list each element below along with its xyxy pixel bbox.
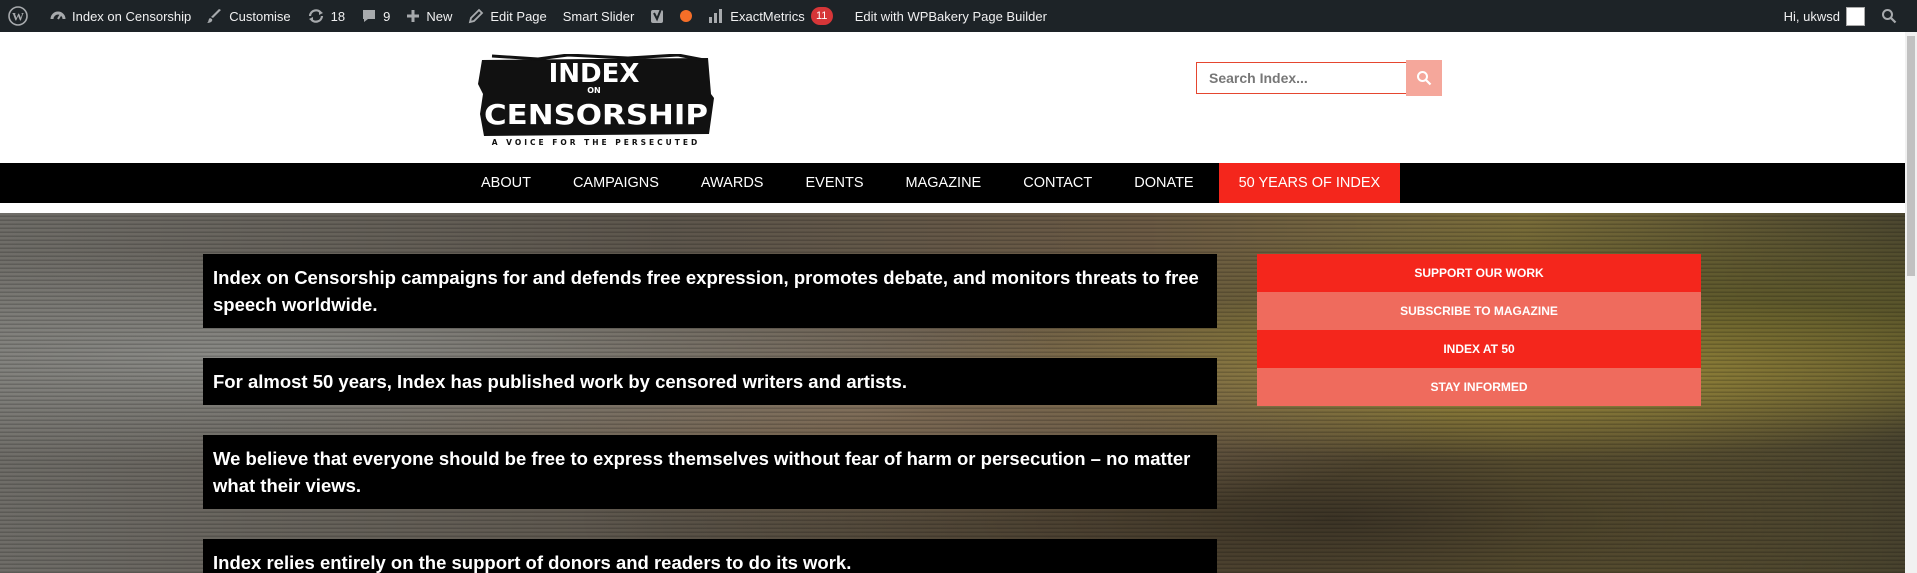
logo-line1: INDEX <box>549 59 640 89</box>
customise-label: Customise <box>229 8 291 24</box>
comment-icon <box>363 10 376 22</box>
site-header: INDEX ON CENSORSHIP A VOICE FOR THE PERS… <box>0 32 1905 163</box>
exactmetrics-menu[interactable]: ExactMetrics 11 <box>700 0 840 32</box>
site-name-label: Index on Censorship <box>72 8 192 24</box>
admin-bar: W Index on Censorship Customise 18 9 New… <box>0 0 1917 32</box>
subscribe-magazine-button[interactable]: SUBSCRIBE TO MAGAZINE <box>1257 292 1701 330</box>
search-button[interactable] <box>1406 60 1442 96</box>
stay-informed-button[interactable]: STAY INFORMED <box>1257 368 1701 406</box>
avatar <box>1846 6 1865 26</box>
nav-item-magazine[interactable]: MAGAZINE <box>885 163 1003 203</box>
bar-chart-icon <box>709 9 723 23</box>
cta-panel: SUPPORT OUR WORK SUBSCRIBE TO MAGAZINE I… <box>1257 254 1701 406</box>
hero-section: Index on Censorship campaigns for and de… <box>0 213 1905 573</box>
wordpress-logo-icon[interactable]: W <box>0 0 42 32</box>
main-navigation: ABOUT CAMPAIGNS AWARDS EVENTS MAGAZINE C… <box>0 163 1905 203</box>
logo-line3: CENSORSHIP <box>484 98 708 131</box>
site-name-menu[interactable]: Index on Censorship <box>42 0 199 32</box>
plus-icon <box>407 10 420 22</box>
logo-line2: ON <box>587 86 601 95</box>
svg-text:W: W <box>12 10 24 24</box>
hero-message: We believe that everyone should be free … <box>203 435 1217 509</box>
smart-slider-label: Smart Slider <box>562 8 635 24</box>
nav-item-contact[interactable]: CONTACT <box>1002 163 1113 203</box>
site-search <box>1196 60 1442 96</box>
hero-message: Index on Censorship campaigns for and de… <box>203 254 1217 328</box>
nav-item-about[interactable]: ABOUT <box>460 163 552 203</box>
edit-page-label: Edit Page <box>490 8 547 24</box>
nav-item-campaigns[interactable]: CAMPAIGNS <box>552 163 680 203</box>
search-icon <box>1882 9 1897 24</box>
nav-item-donate[interactable]: DONATE <box>1113 163 1214 203</box>
wpbakery-label: Edit with WPBakery Page Builder <box>854 8 1047 24</box>
updates-count: 18 <box>330 8 346 24</box>
yoast-icon <box>651 8 664 23</box>
edit-page-link[interactable]: Edit Page <box>460 0 554 32</box>
support-our-work-button[interactable]: SUPPORT OUR WORK <box>1257 254 1701 292</box>
pencil-icon <box>469 8 484 24</box>
search-input[interactable] <box>1196 62 1406 94</box>
account-menu[interactable]: Hi, ukwsd <box>1776 0 1873 32</box>
search-icon <box>1417 71 1432 86</box>
new-content-menu[interactable]: New <box>398 0 460 32</box>
admin-search[interactable] <box>1873 0 1917 32</box>
customise-link[interactable]: Customise <box>199 0 298 32</box>
scrollbar-thumb[interactable] <box>1907 36 1915 276</box>
nav-item-events[interactable]: EVENTS <box>784 163 884 203</box>
yoast-seo-menu[interactable] <box>642 0 700 32</box>
comments-link[interactable]: 9 <box>353 0 398 32</box>
exactmetrics-badge: 11 <box>810 7 833 25</box>
smart-slider-link[interactable]: Smart Slider <box>555 0 643 32</box>
paintbrush-icon <box>207 9 222 23</box>
seo-status-dot <box>680 10 693 22</box>
updates-icon <box>308 9 323 23</box>
page-scrollbar[interactable] <box>1905 32 1917 573</box>
hero-message: Index relies entirely on the support of … <box>203 539 1217 573</box>
exactmetrics-label: ExactMetrics <box>730 8 805 24</box>
logo-tagline: A VOICE FOR THE PERSECUTED <box>492 138 701 146</box>
index-at-50-button[interactable]: INDEX AT 50 <box>1257 330 1701 368</box>
comments-count: 9 <box>383 8 391 24</box>
site-logo[interactable]: INDEX ON CENSORSHIP A VOICE FOR THE PERS… <box>478 54 714 146</box>
dashboard-icon <box>50 11 66 20</box>
wpbakery-link[interactable]: Edit with WPBakery Page Builder <box>841 0 1055 32</box>
updates-link[interactable]: 18 <box>299 0 353 32</box>
greeting-label: Hi, ukwsd <box>1783 8 1840 24</box>
nav-item-50-years[interactable]: 50 YEARS OF INDEX <box>1218 163 1401 203</box>
nav-item-awards[interactable]: AWARDS <box>680 163 785 203</box>
new-label: New <box>426 8 453 24</box>
hero-message: For almost 50 years, Index has published… <box>203 358 1217 405</box>
